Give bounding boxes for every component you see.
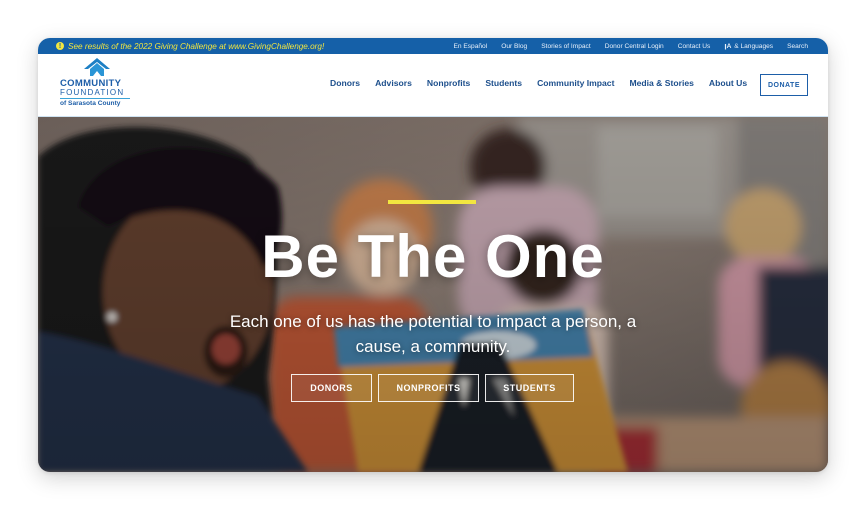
hero-accent-bar (388, 200, 476, 204)
nav-nonprofits[interactable]: Nonprofits (427, 78, 470, 88)
alert-banner[interactable]: ! See results of the 2022 Giving Challen… (56, 38, 324, 54)
hero-subtitle: Each one of us has the potential to impa… (229, 312, 637, 356)
site-logo[interactable]: COMMUNITY FOUNDATION of Sarasota County (60, 58, 136, 114)
hero-title: Be The One (261, 223, 605, 290)
nav-about-us[interactable]: About Us (709, 78, 747, 88)
hero-content: Be The One Each one of us has the potent… (38, 117, 828, 472)
utility-links: En Español Our Blog Stories of Impact Do… (453, 38, 808, 54)
cta-students-button[interactable]: STUDENTS (485, 374, 574, 402)
logo-house-icon (84, 58, 110, 76)
exclamation-circle-icon: ! (56, 42, 64, 50)
hero-section: Be The One Each one of us has the potent… (38, 117, 828, 472)
nav-advisors[interactable]: Advisors (375, 78, 412, 88)
translate-icon: ꞁA (724, 43, 732, 50)
link-contact-us[interactable]: Contact Us (678, 43, 711, 50)
logo-text-foundation: FOUNDATION (60, 88, 125, 97)
logo-text-county: of Sarasota County (60, 100, 121, 107)
nav-community-impact[interactable]: Community Impact (537, 78, 614, 88)
link-en-espanol[interactable]: En Español (453, 43, 487, 50)
donate-button[interactable]: DONATE (760, 74, 808, 96)
link-search[interactable]: Search (787, 43, 808, 50)
hero-cta-row: DONORS NONPROFITS STUDENTS (291, 374, 574, 402)
utility-bar: ! See results of the 2022 Giving Challen… (38, 38, 828, 54)
nav-students[interactable]: Students (485, 78, 522, 88)
main-nav: Donors Advisors Nonprofits Students Comm… (330, 78, 747, 88)
logo-divider (60, 98, 130, 99)
link-stories-of-impact[interactable]: Stories of Impact (541, 43, 590, 50)
alert-text[interactable]: See results of the 2022 Giving Challenge… (68, 42, 324, 51)
link-languages[interactable]: ꞁA & Languages (724, 42, 773, 50)
nav-media-stories[interactable]: Media & Stories (629, 78, 693, 88)
browser-frame: ! See results of the 2022 Giving Challen… (38, 38, 828, 472)
cta-donors-button[interactable]: DONORS (291, 374, 372, 402)
nav-donors[interactable]: Donors (330, 78, 360, 88)
link-languages-label: & Languages (734, 43, 774, 50)
site-header: COMMUNITY FOUNDATION of Sarasota County … (38, 54, 828, 116)
link-our-blog[interactable]: Our Blog (501, 43, 527, 50)
cta-nonprofits-button[interactable]: NONPROFITS (378, 374, 479, 402)
link-donor-central-login[interactable]: Donor Central Login (605, 43, 664, 50)
